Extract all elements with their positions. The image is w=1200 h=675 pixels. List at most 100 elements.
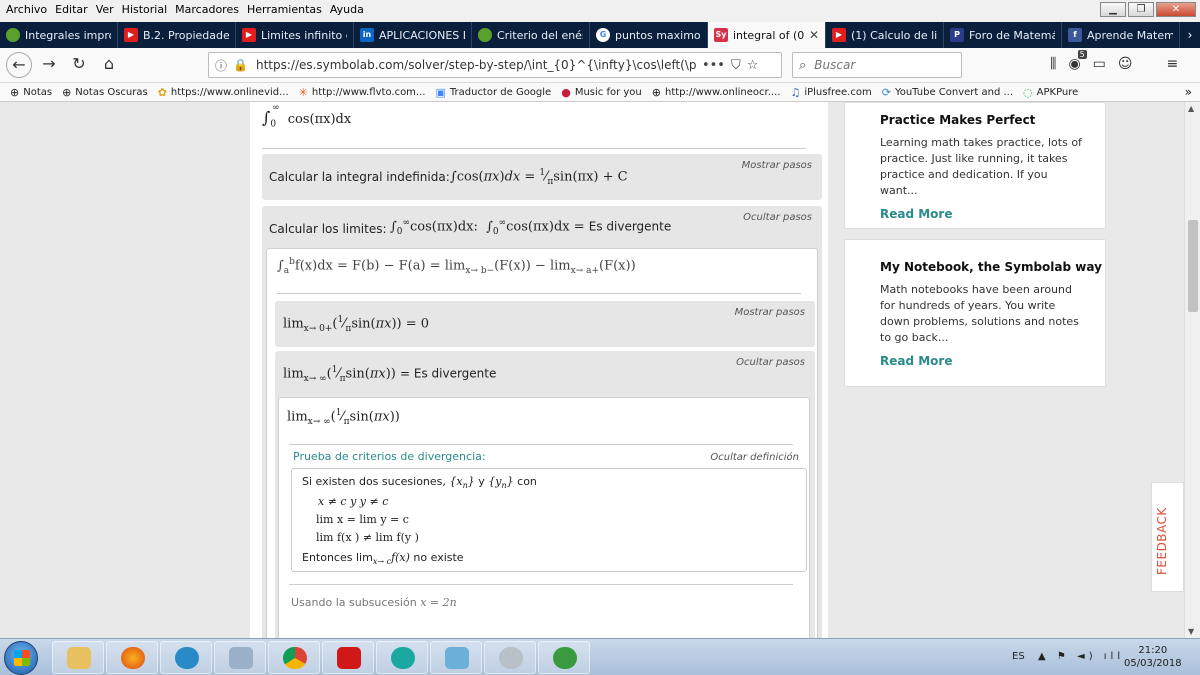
feedback-button[interactable]: FEEDBACK (1151, 482, 1184, 592)
bookmark-traductor[interactable]: ▣ Traductor de Google (435, 86, 551, 99)
card-text: Math notebooks have been around for hund… (880, 283, 1079, 344)
tab-propiedades[interactable]: ▶ B.2. Propiedades (118, 22, 236, 48)
start-button[interactable] (4, 641, 38, 675)
bookmark-star-icon[interactable]: ☆ (747, 58, 759, 73)
taskbar-explorer[interactable] (52, 641, 104, 674)
taskbar-media[interactable] (484, 641, 536, 674)
bookmark-notas[interactable]: ⊕ Notas (10, 86, 52, 99)
bookmarks-bar: ⊕ Notas ⊕ Notas Oscuras ✿ https://www.onlin… (0, 83, 1200, 102)
taskbar-idm[interactable] (538, 641, 590, 674)
tab-criterio[interactable]: Criterio del enésim (472, 22, 590, 48)
tab-bar: Integrales impropi ▶B.2. Propiedades ▶Li… (0, 22, 1200, 48)
bookmark-onlineocr[interactable]: ⊕ http://www.onlineocr.... (652, 86, 781, 99)
tab-calculo[interactable]: ▶(1) Calculo de lim (826, 22, 944, 48)
bookmark-youtube-convert[interactable]: ⟳ YouTube Convert and ... (882, 86, 1013, 99)
pocket-icon[interactable]: ⛉ (731, 58, 741, 73)
read-more-link[interactable]: Read More (880, 354, 1105, 368)
leaf-icon (478, 28, 492, 42)
back-button[interactable]: ← (6, 52, 32, 78)
menu-historial[interactable]: Historial (122, 3, 167, 16)
toolbar-icons: ⫼ ◉ 5 ▭ ☺ ≡ (1050, 50, 1179, 72)
menu-archivo[interactable]: Archivo (6, 3, 47, 16)
taskbar-app3[interactable] (160, 641, 212, 674)
bookmark-notas-oscuras[interactable]: ⊕ Notas Oscuras (62, 86, 148, 99)
menu-bar: Archivo Editar Ver Historial Marcadores … (0, 0, 1200, 18)
close-window-button[interactable]: ✕ (1156, 2, 1196, 17)
taskbar-firefox[interactable] (106, 641, 158, 674)
divergence-box: limx→ ∞(1⁄πsin(πx)) Prueba de criterios … (278, 397, 810, 638)
home-button[interactable]: ⌂ (96, 52, 122, 78)
menu-marcadores[interactable]: Marcadores (175, 3, 239, 16)
menu-herramientas[interactable]: Herramientas (247, 3, 322, 16)
bookmark-apkpure[interactable]: ◌ APKPure (1023, 86, 1078, 99)
music-icon: ● (561, 85, 571, 99)
tab-scroll-icon[interactable]: › (1180, 22, 1200, 48)
youtube-icon: ▶ (124, 28, 138, 42)
bookmark-iplusfree[interactable]: ♫ iPlusfree.com (790, 86, 871, 99)
hide-definition-link[interactable]: Ocultar definición (710, 452, 799, 463)
bookmark-onlinevid[interactable]: ✿ https://www.onlinevid... (158, 86, 289, 99)
taskbar-calculator[interactable] (214, 641, 266, 674)
tab-integrales[interactable]: Integrales impropi (0, 22, 118, 48)
taskbar-eset[interactable] (376, 641, 428, 674)
tray-icons[interactable]: ▲ ⚑ ◄) ıll (1038, 651, 1124, 662)
limit1-expression: limx→ 0+(1⁄πsin(πx)) = 0 (283, 315, 430, 334)
translate-icon: ▣ (435, 85, 446, 99)
menu-icon[interactable]: ≡ (1167, 56, 1179, 72)
show-steps-link[interactable]: Mostrar pasos (742, 160, 812, 171)
adblock-badge: 5 (1077, 50, 1087, 59)
calculator-icon (229, 647, 253, 669)
sidebar-icon[interactable]: ▭ (1093, 56, 1106, 72)
card-title: Practice Makes Perfect (880, 113, 1036, 127)
show-steps-link[interactable]: Mostrar pasos (735, 307, 805, 318)
tab-aprende[interactable]: fAprende Matemát (1062, 22, 1180, 48)
language-indicator[interactable]: ES (1012, 651, 1025, 662)
search-icon: ⌕ (799, 57, 807, 73)
search-input[interactable] (814, 58, 945, 72)
tab-foro[interactable]: PForo de Matemáti (944, 22, 1062, 48)
search-bar[interactable]: ⌕ (792, 52, 962, 78)
bookmark-flvto[interactable]: ✳ http://www.flvto.com... (299, 86, 426, 99)
tab-symbolab-active[interactable]: Sy integral of (0 t ✕ (708, 22, 826, 48)
close-tab-icon[interactable]: ✕ (805, 28, 819, 42)
menu-editar[interactable]: Editar (55, 3, 88, 16)
url-text[interactable]: https://es.symbolab.com/solver/step-by-s… (256, 58, 696, 72)
divergence-definition: Si existen dos sucesiones, {xn} y {yn} c… (291, 468, 807, 572)
hide-steps-link[interactable]: Ocultar pasos (736, 357, 805, 368)
youtube-icon: ▶ (242, 28, 256, 42)
card-notebook: My Notebook, the Symbolab way Math noteb… (844, 239, 1106, 387)
info-icon[interactable]: ⓘ (215, 57, 227, 74)
speaker-icon (499, 647, 523, 669)
read-more-link[interactable]: Read More (880, 207, 1105, 221)
tab-puntos[interactable]: Gpuntos maximos y (590, 22, 708, 48)
reload-button[interactable]: ↻ (66, 52, 92, 78)
bookmark-music[interactable]: ● Music for you (561, 86, 642, 99)
scroll-up-icon[interactable]: ▲ (1188, 104, 1194, 113)
minimize-button[interactable]: ▁ (1100, 2, 1126, 17)
scroll-down-icon[interactable]: ▼ (1188, 627, 1194, 636)
scroll-thumb[interactable] (1188, 220, 1198, 312)
clock[interactable]: 21:20 05/03/2018 (1124, 644, 1182, 670)
extension-icon[interactable]: ☺ (1118, 56, 1133, 72)
definition-line5: Entonces limx→ cf(x) no existe (302, 551, 464, 567)
maximize-button[interactable]: ❐ (1128, 2, 1154, 17)
library-icon[interactable]: ⫼ (1050, 56, 1056, 72)
tab-aplicaciones[interactable]: in APLICACIONES D (354, 22, 472, 48)
page-actions-icon[interactable]: ••• (702, 58, 725, 73)
tab-limites[interactable]: ▶Limites infinito en (236, 22, 354, 48)
adblock-icon[interactable]: ◉ 5 (1068, 50, 1087, 72)
taskbar-chrome[interactable] (268, 641, 320, 674)
chrome-icon (283, 647, 307, 669)
menu-ayuda[interactable]: Ayuda (330, 3, 364, 16)
bookmarks-overflow-icon[interactable]: » (1185, 85, 1192, 99)
forward-button[interactable]: → (36, 52, 62, 78)
hide-steps-link[interactable]: Ocultar pasos (743, 212, 812, 223)
taskbar-app8[interactable] (430, 641, 482, 674)
acrobat-icon (337, 647, 361, 669)
page-scrollbar[interactable]: ▲ ▼ (1184, 102, 1200, 638)
definition-line3: lim x = lim y = c (316, 513, 409, 526)
taskbar-acrobat[interactable] (322, 641, 374, 674)
firefox-icon (121, 647, 145, 669)
url-bar[interactable]: ⓘ 🔒 https://es.symbolab.com/solver/step-… (208, 52, 782, 78)
menu-ver[interactable]: Ver (96, 3, 114, 16)
